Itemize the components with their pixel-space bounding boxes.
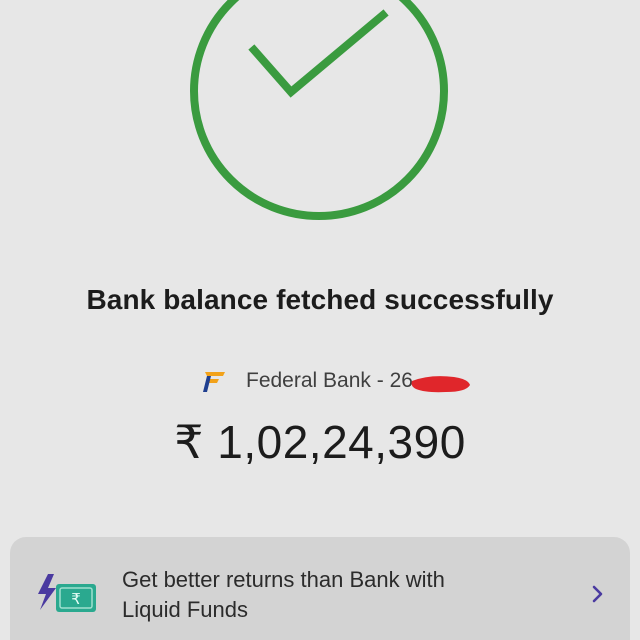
bank-account-row: Federal Bank - 26 <box>199 366 470 396</box>
bank-name-container: Federal Bank - 26 <box>246 369 470 393</box>
liquid-funds-promo-card[interactable]: ₹ Get better returns than Bank with Liqu… <box>10 537 630 640</box>
account-balance: ₹ 1,02,24,390 <box>174 416 466 468</box>
promo-text-line1: Get better returns than Bank with <box>122 567 445 592</box>
chevron-right-icon[interactable] <box>588 580 608 608</box>
redaction-scribble <box>411 376 470 393</box>
lightning-rupee-cash-icon: ₹ <box>38 574 96 612</box>
balance-result-screen: Bank balance fetched successfully Federa… <box>0 0 640 640</box>
promo-text: Get better returns than Bank with Liquid… <box>122 565 552 625</box>
federal-bank-logo-icon <box>203 372 225 392</box>
svg-text:₹: ₹ <box>71 590 81 608</box>
bank-account-label: Federal Bank - 26 <box>246 369 413 392</box>
checkmark-circle-icon <box>190 0 448 220</box>
promo-text-line2: Liquid Funds <box>122 597 248 622</box>
success-title: Bank balance fetched successfully <box>86 284 554 315</box>
